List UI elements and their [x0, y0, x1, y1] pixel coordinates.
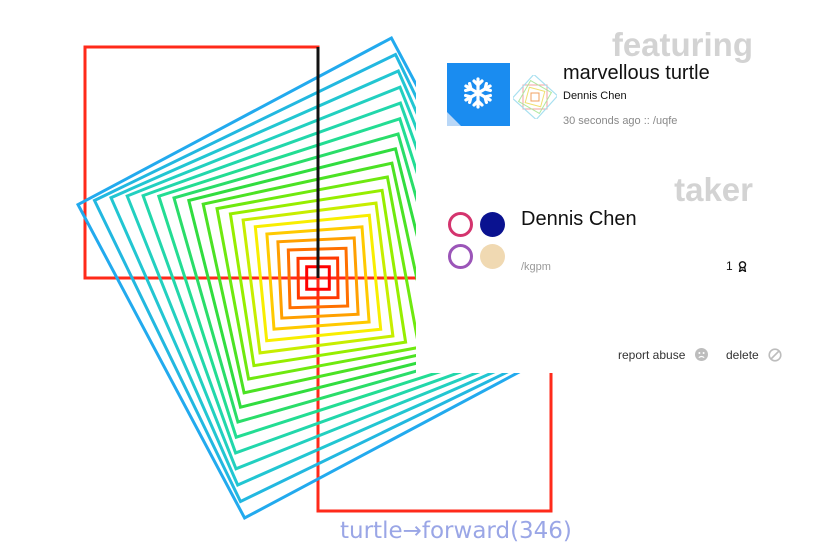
award-ribbon-icon: [738, 261, 747, 273]
delete-label: delete: [726, 348, 759, 362]
report-abuse-label: report abuse: [618, 348, 686, 362]
no-entry-icon: [768, 348, 782, 362]
taker-count: 1: [726, 259, 747, 273]
taker-code[interactable]: /kgpm: [521, 261, 551, 273]
info-panel: featuring marvellous turtle Dennis Chen …: [416, 0, 825, 373]
art-red-square-top-left: [83, 45, 320, 280]
tile-corner-fold: [447, 112, 461, 126]
sad-face-icon: [694, 348, 708, 362]
avatar-dot-beige: [480, 244, 505, 269]
taker-heading: taker: [674, 171, 753, 208]
delete-link[interactable]: delete: [726, 348, 782, 363]
code-caption: turtle→forward(346): [340, 518, 572, 544]
taker-name[interactable]: Dennis Chen: [521, 208, 637, 231]
feature-title[interactable]: marvellous turtle: [563, 62, 710, 85]
report-abuse-link[interactable]: report abuse: [618, 348, 708, 362]
feature-author[interactable]: Dennis Chen: [563, 90, 627, 102]
feature-tile[interactable]: [447, 63, 510, 126]
avatar-dot-navy: [480, 212, 505, 237]
feature-meta: 30 seconds ago :: /uqfe: [563, 115, 678, 127]
snowflake-icon: [464, 77, 492, 109]
avatar-dot-ring-purple: [448, 244, 473, 269]
taker-count-value: 1: [726, 259, 733, 273]
featuring-heading: featuring: [611, 26, 753, 63]
avatar-dot-ring-pink: [448, 212, 473, 237]
feature-thumbnail[interactable]: [513, 75, 557, 119]
